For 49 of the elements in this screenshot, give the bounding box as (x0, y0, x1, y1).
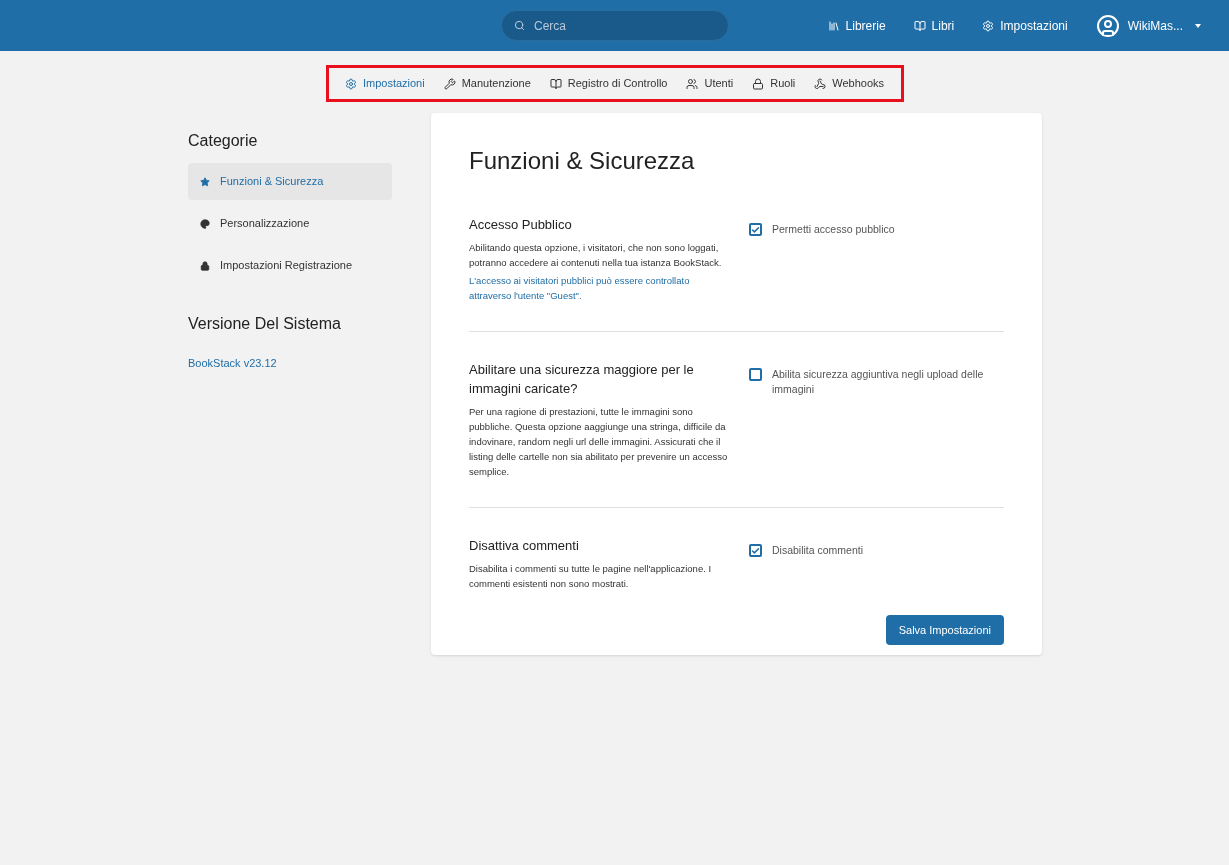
star-icon (200, 176, 210, 187)
save-button[interactable]: Salva Impostazioni (885, 615, 1004, 645)
check-icon (751, 224, 760, 235)
checkbox[interactable] (749, 223, 762, 236)
webhook-icon (814, 77, 827, 90)
sidebar-item[interactable]: Personalizzazione (188, 205, 392, 242)
section-description: Disabilita i commenti su tutte le pagine nell'applicazione. I commenti esistenti non sono mostrati. (469, 562, 713, 591)
wrench-icon (443, 77, 456, 90)
settings-icon (344, 77, 357, 90)
header-link[interactable]: Libri (913, 16, 955, 35)
sidebar-item[interactable]: Impostazioni Registrazione (188, 247, 392, 284)
checkbox[interactable] (749, 544, 762, 557)
sidebar-item[interactable]: Funzioni & Sicurezza (188, 163, 392, 200)
caret-icon (1195, 23, 1201, 28)
checkbox[interactable] (749, 368, 762, 381)
search-field[interactable]: Cerca (501, 10, 729, 41)
users-icon (686, 77, 699, 90)
header-link[interactable]: Impostazioni (982, 16, 1068, 35)
settings-tab[interactable]: Impostazioni (344, 75, 425, 92)
section-heading: Disattiva commenti (469, 537, 580, 555)
user-menu[interactable]: WikiMas... (1095, 13, 1201, 38)
section-heading: Abilitare una sicurezza maggiore per le immagini caricate? (469, 361, 695, 398)
book-icon (913, 19, 926, 32)
avatar-icon (1095, 13, 1120, 38)
section-description: Abilitando questa opzione, i visitatori, che non sono loggati, potranno accedere ai contenuti nella tua istanza BookStack. (469, 241, 723, 270)
page-title: Funzioni & Sicurezza (469, 146, 696, 176)
settings-tab[interactable]: Webhooks (814, 75, 885, 92)
lock-icon (752, 77, 765, 90)
sidebar-heading: Versione Del Sistema (188, 314, 342, 334)
header-link[interactable]: Librerie (827, 16, 886, 35)
sidebar-heading: Categorie (188, 131, 259, 151)
checkbox-label: Abilita sicurezza aggiuntiva negli upload delle immagini (772, 367, 985, 397)
section-heading: Accesso Pubblico (469, 216, 573, 234)
settings-tab[interactable]: Utenti (686, 75, 734, 92)
book-icon (549, 77, 562, 90)
settings-tab[interactable]: Manutenzione (443, 75, 531, 92)
palette-icon (200, 218, 210, 229)
settings-tab[interactable]: Registro di Controllo (549, 75, 668, 92)
section-note: L'accesso ai visitatori pubblici può essere controllato attraverso l'utente "Guest". (469, 274, 691, 303)
settings-tab[interactable]: Ruoli (752, 75, 796, 92)
check-icon (751, 545, 760, 556)
version-link[interactable]: BookStack v23.12 (188, 357, 277, 369)
library-icon (827, 19, 840, 32)
search-icon (514, 20, 525, 31)
checkbox-label: Permetti accesso pubblico (772, 222, 895, 237)
checkbox-label: Disabilita commenti (772, 543, 864, 558)
lock-icon (200, 260, 210, 271)
settings-icon (982, 19, 995, 32)
section-description: Per una ragione di prestazioni, tutte le immagini sono pubbliche. Questa opzione aaggiunge una stringa, difficile da indovinare, random negli url delle immagini. Assicurati che il listing delle cartelle non sia abilitato per prevenire un accesso semplice. (469, 405, 729, 479)
